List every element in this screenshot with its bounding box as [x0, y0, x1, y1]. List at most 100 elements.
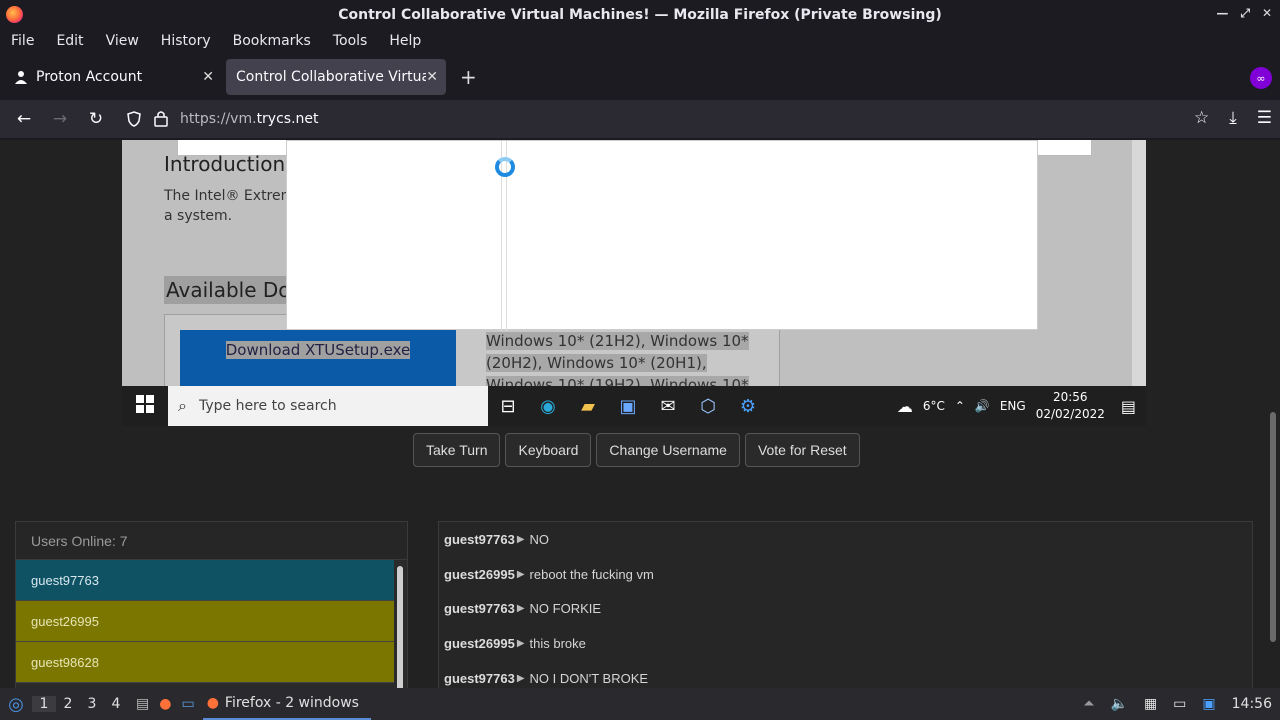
- new-tab-icon[interactable]: +: [460, 65, 477, 89]
- chat-arrow-icon: ▶: [516, 603, 525, 615]
- loading-spinner-icon: [495, 157, 515, 177]
- close-window-icon[interactable]: ✕: [1262, 6, 1272, 21]
- chat-username: guest26995: [444, 566, 515, 582]
- users-scrollbar[interactable]: [397, 566, 403, 688]
- forward-icon[interactable]: →: [42, 109, 78, 129]
- virtualbox-icon[interactable]: ⬡: [688, 396, 728, 417]
- terminal-icon[interactable]: ▭: [181, 696, 194, 712]
- vm-loading-dialog: [286, 140, 1038, 331]
- vm-scrollbar[interactable]: [1132, 140, 1146, 386]
- vm-os-line-2: (20H2), Windows 10* (20H1),: [486, 354, 707, 372]
- clipboard-icon[interactable]: ▦: [1144, 696, 1157, 712]
- chat-username: guest26995: [444, 635, 515, 651]
- vm-search-placeholder: Type here to search: [198, 398, 337, 414]
- user-list-item[interactable]: guest26995: [16, 601, 394, 642]
- maximize-icon[interactable]: ⤢: [1240, 6, 1250, 21]
- keyboard-button[interactable]: Keyboard: [505, 433, 592, 467]
- tab-proton-account[interactable]: Proton Account ✕: [4, 59, 222, 95]
- windows-start-icon[interactable]: [122, 394, 168, 418]
- users-online-count: Users Online: 7: [16, 522, 407, 560]
- window-title: Control Collaborative Virtual Machines! …: [338, 7, 942, 23]
- vm-download-button[interactable]: Download XTUSetup.exe: [180, 330, 456, 386]
- toolbar-right: ☆ ⤓ ☰: [1194, 108, 1272, 128]
- close-tab-icon[interactable]: ✕: [202, 69, 214, 85]
- app-menu-icon[interactable]: ◎: [0, 694, 32, 715]
- downloads-icon[interactable]: ⤓: [1229, 108, 1237, 128]
- menu-bookmarks[interactable]: Bookmarks: [222, 33, 322, 49]
- vm-clock[interactable]: 20:56 02/02/2022: [1036, 389, 1105, 423]
- account-icon: [14, 70, 28, 84]
- vm-search-box[interactable]: ⌕ Type here to search: [168, 386, 488, 426]
- private-browsing-icon: ∞: [1250, 67, 1272, 89]
- url-bar[interactable]: https://vm. trycs.net: [118, 103, 1204, 135]
- speaker-icon[interactable]: 🔈: [1111, 696, 1128, 712]
- vm-controls: Take Turn Keyboard Change Username Vote …: [413, 433, 860, 467]
- system-tray: ⏶ 🔈 ▦ ▭ ▣ 14:56: [1083, 688, 1272, 720]
- firefox-task-icon: ●: [206, 695, 219, 711]
- menu-view[interactable]: View: [95, 33, 150, 49]
- tab-collabvm[interactable]: Control Collaborative Virtual Machines! …: [226, 59, 446, 95]
- update-icon[interactable]: ▣: [1202, 696, 1215, 712]
- volume-icon[interactable]: 🔊: [975, 399, 990, 413]
- workspace-4[interactable]: 4: [104, 696, 128, 712]
- vm-display[interactable]: Introduction The Intel® Extrem a system.…: [122, 140, 1146, 426]
- firefox-launcher-icon[interactable]: ●: [159, 696, 171, 712]
- hamburger-menu-icon[interactable]: ☰: [1257, 108, 1272, 128]
- store-icon[interactable]: ▣: [608, 396, 648, 417]
- menu-history[interactable]: History: [150, 33, 222, 49]
- mail-icon[interactable]: ✉: [648, 396, 688, 417]
- tray-up-icon[interactable]: ⏶: [1083, 696, 1094, 712]
- weather-cloud-icon[interactable]: ☁: [897, 397, 913, 416]
- menu-tools[interactable]: Tools: [322, 33, 379, 49]
- file-explorer-icon[interactable]: ▰: [568, 396, 608, 417]
- vm-intro-line-2: a system.: [164, 208, 233, 224]
- user-list-item[interactable]: guest97763: [16, 560, 394, 601]
- chat-username: guest97763: [444, 531, 515, 547]
- vm-os-line-1: Windows 10* (21H2), Windows 10*: [486, 332, 749, 350]
- chat-arrow-icon: ▶: [516, 533, 525, 545]
- change-username-button[interactable]: Change Username: [596, 433, 740, 467]
- close-tab-icon[interactable]: ✕: [426, 69, 438, 85]
- tab-label: Control Collaborative Virtual Machines!: [236, 69, 426, 85]
- shield-icon[interactable]: [126, 111, 142, 127]
- tab-strip: Proton Account ✕ Control Collaborative V…: [0, 55, 1280, 99]
- vm-download-label: Download XTUSetup.exe: [225, 341, 411, 359]
- edge-icon[interactable]: ◉: [528, 396, 568, 417]
- workspace-3[interactable]: 3: [80, 696, 104, 712]
- workspace-1[interactable]: 1: [32, 696, 56, 712]
- chat-text: NO I DON'T BROKE: [529, 670, 649, 686]
- page-scrollbar[interactable]: [1270, 412, 1276, 642]
- chat-message: guest26995 ▶ reboot the fucking vm: [439, 557, 1252, 592]
- workspace-2[interactable]: 2: [56, 696, 80, 712]
- chat-text: NO FORKIE: [529, 601, 602, 617]
- notifications-icon[interactable]: ▤: [1121, 397, 1136, 416]
- minimize-icon[interactable]: —: [1216, 6, 1228, 21]
- take-turn-button[interactable]: Take Turn: [413, 433, 501, 467]
- panel-clock[interactable]: 14:56: [1232, 696, 1272, 712]
- reload-icon[interactable]: ↻: [78, 109, 114, 129]
- menu-bar: File Edit View History Bookmarks Tools H…: [0, 30, 1280, 52]
- users-panel: Users Online: 7 guest97763 guest26995 gu…: [15, 521, 408, 688]
- desktop-panel: ◎ 1 2 3 4 ▤ ● ▭ ● Firefox - 2 windows ⏶ …: [0, 688, 1280, 720]
- back-icon[interactable]: ←: [6, 109, 42, 129]
- vm-intro-heading: Introduction: [164, 152, 286, 176]
- task-view-icon[interactable]: ⊟: [488, 396, 528, 417]
- menu-edit[interactable]: Edit: [45, 33, 94, 49]
- chat-text: this broke: [529, 635, 586, 651]
- vm-intro-line-1: The Intel® Extrem: [164, 188, 295, 204]
- bookmark-star-icon[interactable]: ☆: [1194, 108, 1209, 128]
- chat-username: guest97763: [444, 601, 515, 617]
- file-manager-icon[interactable]: ▤: [136, 696, 149, 712]
- window-controls: — ⤢ ✕: [1216, 6, 1272, 21]
- app-icon[interactable]: ⚙: [728, 396, 768, 417]
- menu-help[interactable]: Help: [378, 33, 432, 49]
- display-icon[interactable]: ▭: [1173, 696, 1186, 712]
- user-list-item[interactable]: guest98628: [16, 642, 394, 683]
- lock-icon[interactable]: [154, 110, 168, 127]
- taskbar-firefox[interactable]: ● Firefox - 2 windows: [202, 688, 371, 720]
- vote-reset-button[interactable]: Vote for Reset: [744, 433, 860, 467]
- language-indicator[interactable]: ENG: [1000, 399, 1026, 413]
- menu-file[interactable]: File: [0, 33, 45, 49]
- chat-username: guest97763: [444, 670, 515, 686]
- tray-chevron-icon[interactable]: ⌃: [955, 399, 965, 413]
